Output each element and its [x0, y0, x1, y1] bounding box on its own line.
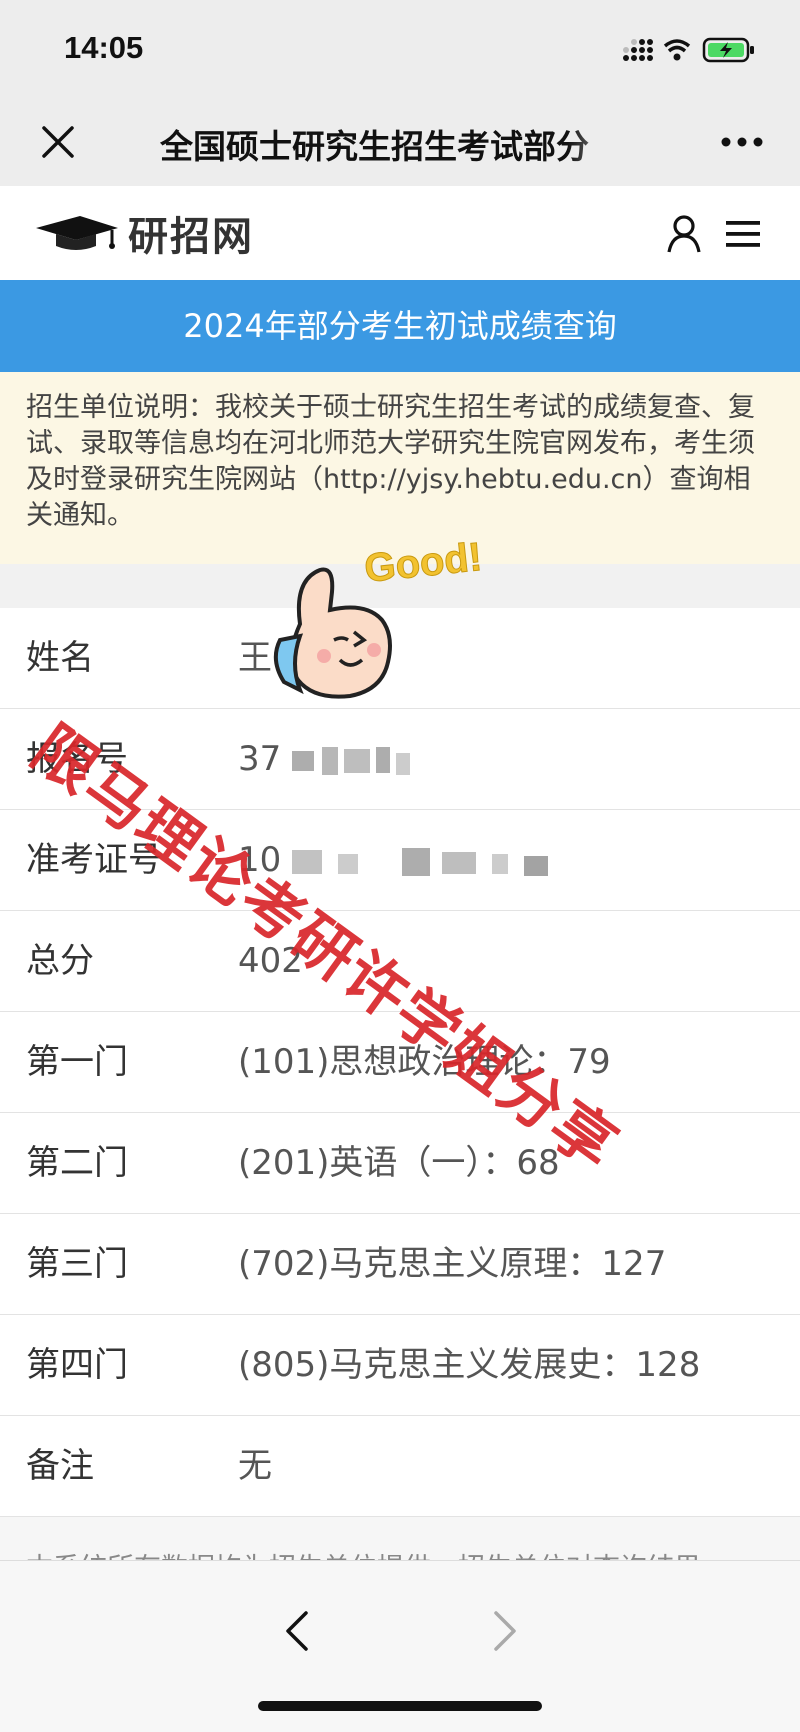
- row-value: (101)思想政治理论：79: [238, 1042, 611, 1082]
- row-label: 备注: [26, 1446, 94, 1486]
- status-time: 14:05: [64, 30, 144, 65]
- row-subject-2: 第二门 (201)英语（一）：68: [0, 1113, 800, 1214]
- row-subject-4: 第四门 (805)马克思主义发展史：128: [0, 1315, 800, 1416]
- section-gap: [0, 564, 800, 608]
- menu-icon[interactable]: [724, 220, 762, 248]
- logo-text: 研招网: [128, 213, 254, 260]
- forward-arrow-icon[interactable]: [490, 1609, 520, 1653]
- more-icon[interactable]: [720, 136, 764, 148]
- signal-wifi-battery-icon: [623, 37, 754, 63]
- admission-notice: 招生单位说明：我校关于硕士研究生招生考试的成绩复查、复试、录取等信息均在河北师范…: [0, 372, 800, 564]
- row-label: 总分: [26, 941, 94, 981]
- row-label: 第四门: [26, 1345, 128, 1385]
- bottom-toolbar: [0, 1560, 800, 1732]
- page-banner: 2024年部分考生初试成绩查询: [0, 280, 800, 372]
- row-value: 王: [238, 638, 272, 678]
- score-table: 姓名 王 报名号 37 准考证号 10 总分 402 第一门 (101)思想政治…: [0, 608, 800, 1517]
- row-value-wrap: 10: [238, 810, 562, 910]
- row-label: 第一门: [26, 1042, 128, 1082]
- row-admission-ticket: 准考证号 10: [0, 810, 800, 911]
- pixelated-redaction: [292, 847, 549, 876]
- pixelated-redaction: [292, 746, 411, 775]
- row-value: (805)马克思主义发展史：128: [238, 1345, 701, 1385]
- site-logo[interactable]: 研招网: [34, 206, 254, 260]
- webview-nav-bar: 全国硕士研究生招生考试部分: [0, 100, 800, 186]
- row-value: (201)英语（一）：68: [238, 1143, 560, 1183]
- row-total-score: 总分 402: [0, 911, 800, 1012]
- status-icons: [620, 36, 760, 64]
- row-name: 姓名 王: [0, 608, 800, 709]
- row-registration-number: 报名号 37: [0, 709, 800, 810]
- row-value: 37: [238, 739, 282, 779]
- graduation-cap-icon: [36, 216, 118, 250]
- row-label: 第三门: [26, 1244, 128, 1284]
- close-icon[interactable]: [38, 122, 78, 162]
- row-subject-3: 第三门 (702)马克思主义原理：127: [0, 1214, 800, 1315]
- home-indicator: [258, 1701, 542, 1711]
- page-title: 全国硕士研究生招生考试部分: [160, 127, 589, 166]
- row-label: 第二门: [26, 1143, 128, 1183]
- row-value: 402: [238, 941, 303, 981]
- row-value: (702)马克思主义原理：127: [238, 1244, 667, 1284]
- back-arrow-icon[interactable]: [282, 1609, 312, 1653]
- user-icon[interactable]: [666, 214, 702, 254]
- row-label: 准考证号: [26, 840, 162, 880]
- row-remarks: 备注 无: [0, 1416, 800, 1517]
- row-label: 姓名: [26, 638, 94, 678]
- row-value: 无: [238, 1446, 272, 1486]
- status-bar: 14:05: [0, 0, 800, 100]
- row-subject-1: 第一门 (101)思想政治理论：79: [0, 1012, 800, 1113]
- row-value-wrap: 37: [238, 709, 422, 809]
- row-value: 10: [238, 840, 282, 880]
- row-label: 报名号: [26, 739, 128, 779]
